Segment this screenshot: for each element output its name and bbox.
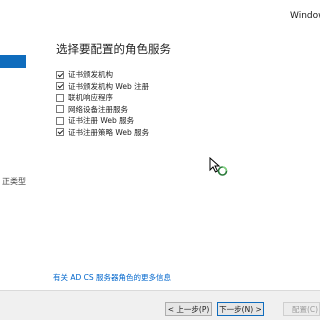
role-service-ndes[interactable]: 网络设备注册服务 [56, 104, 149, 116]
checkbox[interactable] [56, 70, 64, 79]
wizard-footer: < 上一步(P) 下一步(N) > 配置(C) [0, 290, 320, 320]
nav-item-selected[interactable] [0, 55, 26, 68]
role-service-online-responder[interactable]: 联机响应程序 [56, 92, 149, 104]
role-service-label: 证书注册策略 Web 服务 [68, 127, 150, 137]
window-title: Windows [290, 11, 320, 21]
role-service-label: 联机响应程序 [68, 93, 113, 103]
checkbox[interactable] [56, 105, 64, 114]
nav-item-type[interactable]: 正类型 [0, 176, 26, 187]
wizard-navigation: 正类型 [0, 0, 26, 296]
next-button[interactable]: 下一步(N) > [217, 302, 264, 316]
role-service-cep[interactable]: 证书注册策略 Web 服务 [56, 127, 149, 139]
checkbox[interactable] [56, 82, 64, 91]
role-service-ca-web-enrollment[interactable]: 证书颁发机构 Web 注册 [56, 81, 149, 93]
checkbox[interactable] [56, 128, 64, 137]
more-info-link[interactable]: 有关 AD CS 服务器角色的更多信息 [53, 272, 171, 283]
role-service-label: 证书颁发机构 [68, 70, 113, 80]
role-service-ces[interactable]: 证书注册 Web 服务 [56, 115, 149, 127]
page-heading: 选择要配置的角色服务 [56, 42, 171, 56]
checkbox[interactable] [56, 116, 64, 125]
checkbox[interactable] [56, 93, 64, 102]
role-service-ca[interactable]: 证书颁发机构 [56, 69, 149, 81]
role-service-label: 网络设备注册服务 [68, 104, 128, 114]
role-service-label: 证书注册 Web 服务 [68, 116, 135, 126]
role-service-label: 证书颁发机构 Web 注册 [68, 81, 150, 91]
role-services-list: 证书颁发机构 证书颁发机构 Web 注册 联机响应程序 网络设备注册服务 证书注… [56, 69, 149, 138]
back-button[interactable]: < 上一步(P) [165, 302, 212, 316]
configure-button[interactable]: 配置(C) [283, 302, 320, 316]
busy-pointer-icon [209, 157, 228, 176]
